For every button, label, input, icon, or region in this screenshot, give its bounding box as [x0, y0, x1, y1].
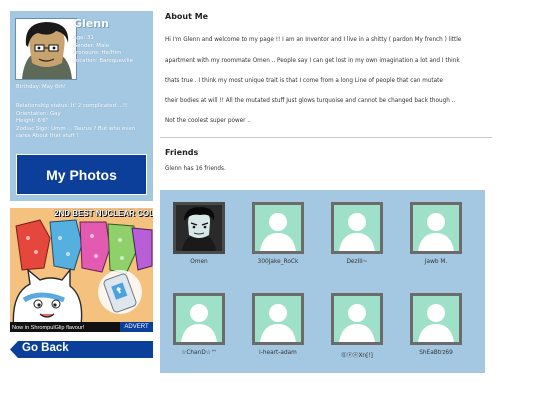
profile-details-top: Age: 31 Gender: Male Pronouns: He/Him Lo… — [73, 35, 133, 65]
friend-card[interactable]: 300Jake_RoCk — [241, 202, 311, 272]
profile-age: Age: 31 — [73, 35, 94, 41]
friend-card[interactable]: DezIII~ — [320, 202, 390, 272]
section-divider — [160, 137, 492, 138]
profile-name: Glenn — [73, 17, 109, 30]
friend-card[interactable]: Omen — [162, 202, 232, 272]
about-text-line: their bodies at will !! All the mutated … — [165, 98, 456, 104]
profile-birthday: Birthday: May 6th! — [16, 84, 66, 90]
profile-relationship: Relationship status: It' 2 complicated .… — [16, 103, 128, 109]
advert-label: ADVERT — [120, 322, 153, 332]
about-text-line: Not the coolest super power .. — [165, 118, 251, 124]
friend-avatar — [173, 293, 225, 345]
friend-card[interactable]: ShEaBtrz69 — [399, 293, 469, 363]
friend-name: ☆ChanD☆™ — [181, 350, 217, 356]
friend-avatar-photo — [176, 205, 222, 251]
default-avatar-icon — [334, 296, 380, 342]
friend-avatar — [252, 293, 304, 345]
friends-heading: Friends — [165, 148, 199, 157]
friends-grid: Omen 300Jake_RoCk DezIII~ Jawb M. ☆ChanD… — [160, 190, 485, 373]
default-avatar-icon — [413, 205, 459, 251]
advert-illustration — [10, 208, 153, 332]
friend-avatar — [331, 202, 383, 254]
friend-name: ShEaBtrz69 — [419, 350, 453, 356]
friend-avatar — [252, 202, 304, 254]
friend-avatar — [410, 202, 462, 254]
default-avatar-icon — [334, 205, 380, 251]
friend-card[interactable]: Jawb M. — [399, 202, 469, 272]
friend-name: ⒼⓔⓔXn[!] — [341, 353, 373, 359]
profile-pronouns: Pronouns: He/Him — [73, 50, 122, 57]
friend-name: DezIII~ — [346, 259, 368, 265]
go-back-button[interactable]: Go Back — [10, 341, 153, 358]
profile-avatar-drawing — [16, 19, 76, 79]
advert-title: 2ND BEST NUCLEAR COLA — [54, 209, 153, 218]
go-back-label: Go Back — [22, 342, 69, 354]
default-avatar-icon — [413, 296, 459, 342]
profile-card: Glenn Age: 31 Gender: Male Pronouns: He/… — [10, 11, 153, 201]
about-me-heading: About Me — [165, 12, 209, 21]
advert-banner[interactable]: 2ND BEST NUCLEAR COLA Now in ShrompulGli… — [10, 208, 153, 332]
default-avatar-icon — [176, 296, 222, 342]
friend-name: Omen — [190, 259, 208, 265]
my-photos-button[interactable]: My Photos — [16, 154, 147, 195]
profile-details-bottom: Relationship status: It' 2 complicated .… — [16, 103, 156, 141]
friend-avatar — [410, 293, 462, 345]
advert-caption: Now in ShrompulGlip flavour! — [12, 325, 85, 331]
profile-height: Height: 6'6" — [16, 118, 49, 125]
friend-card[interactable]: ☆ChanD☆™ — [162, 293, 232, 363]
default-avatar-icon — [255, 205, 301, 251]
profile-zodiac-cont: cares About that stuff ! — [16, 133, 79, 140]
friend-card[interactable]: ⒼⓔⓔXn[!] — [320, 293, 390, 363]
about-text-line: apartment with my roommate Omen .. Peopl… — [165, 58, 460, 64]
profile-location: Location: Baroqueville — [73, 57, 133, 64]
friend-avatar — [173, 202, 225, 254]
friend-card[interactable]: i-heart-adam — [241, 293, 311, 363]
friend-avatar — [331, 293, 383, 345]
about-text-line: thats true . I think my most unique trai… — [165, 78, 443, 84]
friend-name: Jawb M. — [424, 259, 448, 265]
friend-count: Glenn has 16 friends. — [165, 166, 226, 172]
profile-avatar[interactable] — [15, 18, 77, 80]
friend-name: 300Jake_RoCk — [257, 259, 299, 265]
friend-name: i-heart-adam — [259, 350, 297, 356]
default-avatar-icon — [255, 296, 301, 342]
about-text-line: Hi I'm Glenn and welcome to my page !! I… — [165, 37, 462, 43]
